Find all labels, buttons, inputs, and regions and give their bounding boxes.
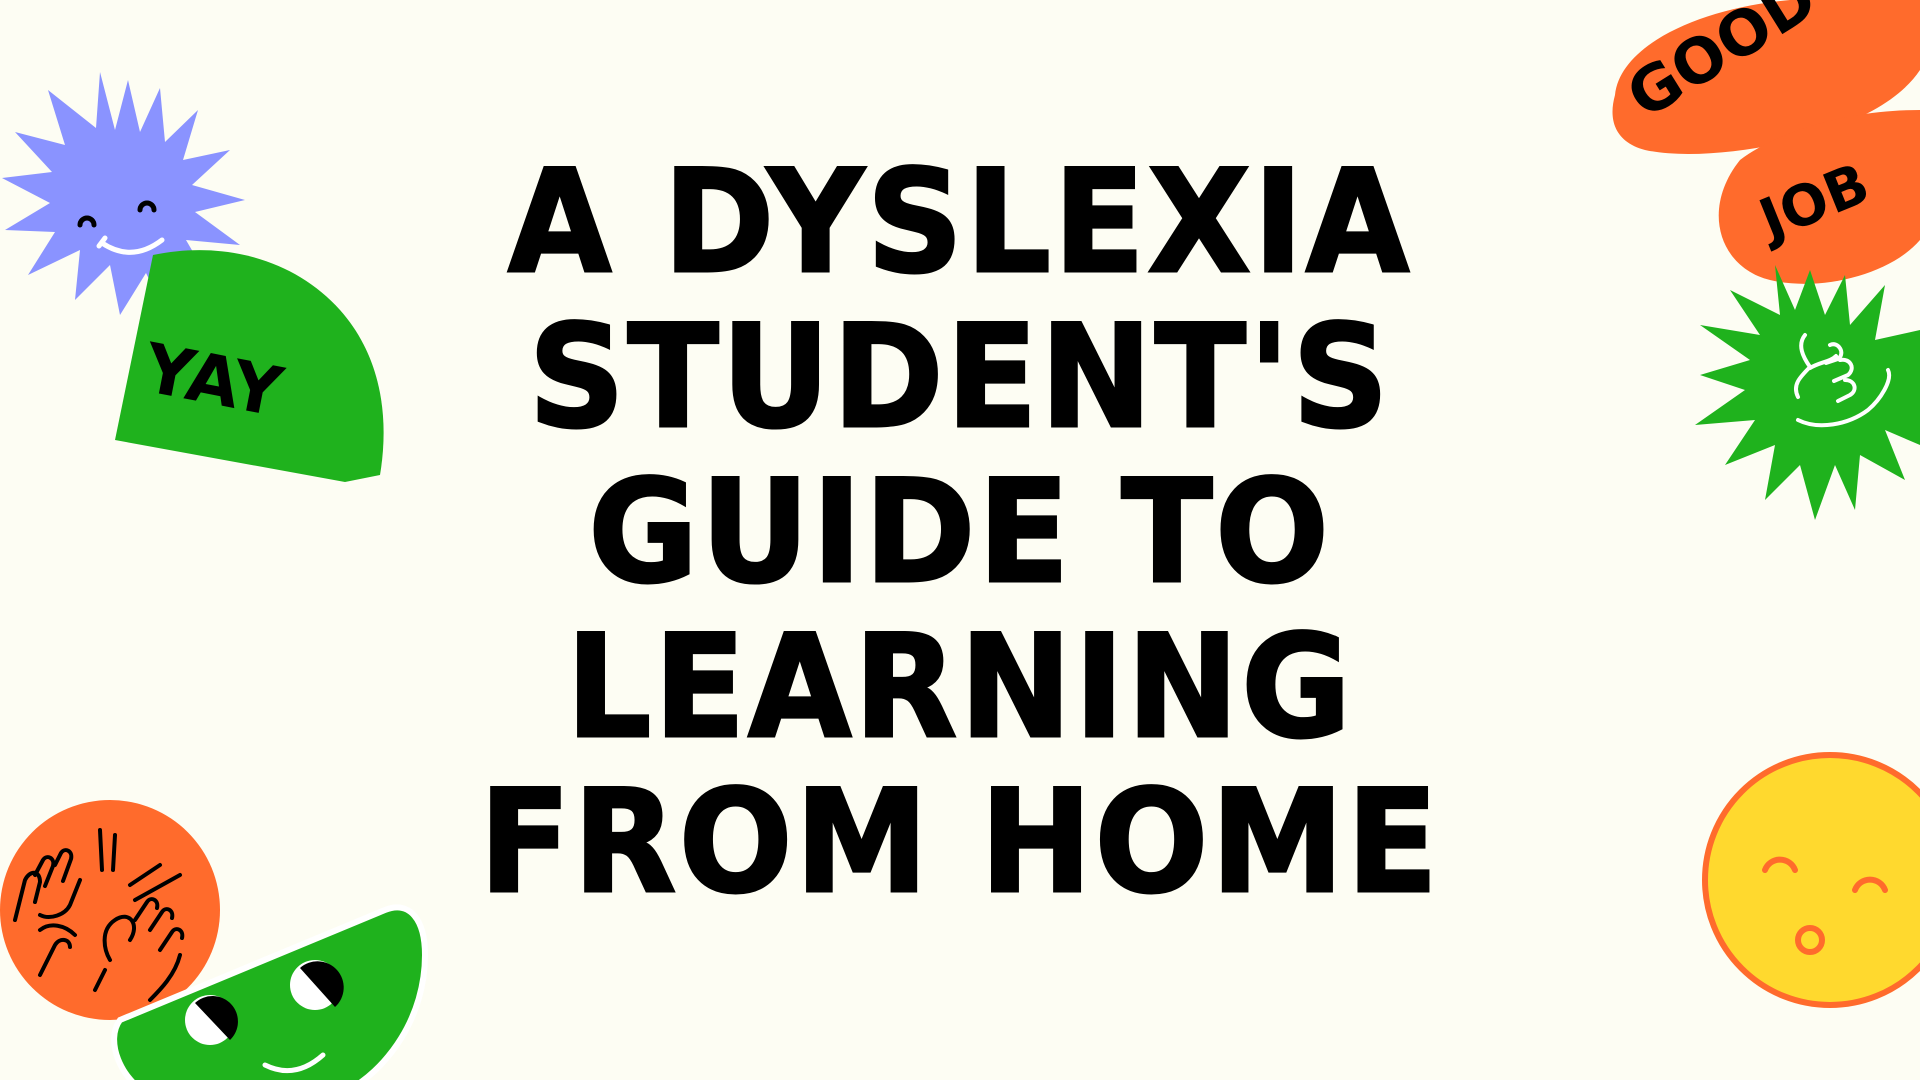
title-line-5: FROM HOME <box>478 760 1441 925</box>
thumbs-star-shape <box>1695 265 1920 520</box>
title-line-2: STUDENT'S <box>527 295 1392 460</box>
green-face-shape <box>111 904 429 1080</box>
title-line-3: GUIDE TO <box>587 450 1332 615</box>
title-line-1: A DYSLEXIA <box>507 140 1412 305</box>
title-line-4: LEARNING <box>565 605 1354 770</box>
yay-sticker: YAY <box>115 250 384 482</box>
thumbs-up-sticker <box>1695 265 1920 520</box>
yellow-face-sticker <box>1702 752 1920 1008</box>
poster-canvas: YAY GOOD JOB A DYSLEXIA STUDENT'S GUIDE … <box>0 0 1920 1080</box>
green-face-sticker <box>111 904 429 1080</box>
poster-title: A DYSLEXIA STUDENT'S GUIDE TO LEARNING F… <box>368 140 1552 925</box>
yellow-face-shape <box>1702 752 1920 1008</box>
